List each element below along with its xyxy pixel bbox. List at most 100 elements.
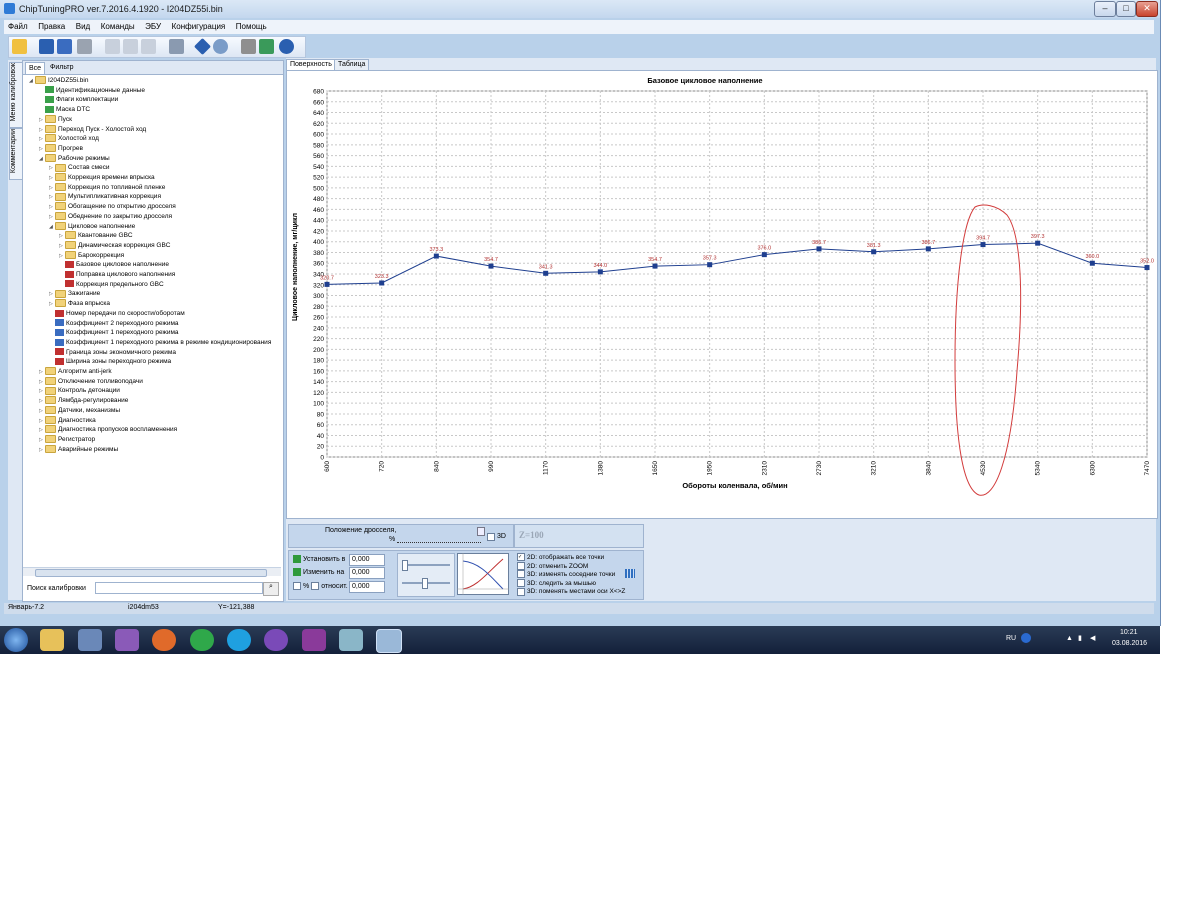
tree-item[interactable]: ▷ Обеднение по закрытию дросселя xyxy=(49,212,172,221)
explorer-icon[interactable] xyxy=(40,629,64,651)
tree-item[interactable]: Коэффициент 1 переходного режима xyxy=(49,328,179,337)
search-icon[interactable] xyxy=(213,39,228,54)
tree-item[interactable]: Маска DTC xyxy=(39,105,90,114)
tree-item[interactable]: ▷ Переход Пуск - Холостой ход xyxy=(39,124,146,134)
option-checkbox[interactable] xyxy=(517,587,525,596)
tab-calibration-menu[interactable]: Меню калибровок xyxy=(9,62,23,128)
tree-item[interactable]: ▷ Мультипликативная коррекция xyxy=(49,192,161,201)
tab-filter[interactable]: Фильтр xyxy=(47,62,83,73)
horizontal-scrollbar[interactable] xyxy=(23,567,281,577)
app-icon-2[interactable] xyxy=(78,629,102,651)
tree-item[interactable]: Флаги комплектации xyxy=(39,95,118,104)
slider-track-1[interactable] xyxy=(402,564,450,566)
option-row[interactable]: 3D: поменять местами оси X<>Z xyxy=(517,587,625,596)
editor-icon[interactable] xyxy=(339,629,363,651)
tree-item[interactable]: ▷ Динамическая коррекция GBC xyxy=(59,241,171,250)
app-icon-3[interactable] xyxy=(115,629,139,651)
diamond-icon[interactable] xyxy=(194,38,211,55)
tab-comments[interactable]: Комментарии xyxy=(9,128,23,180)
relative-checkbox[interactable] xyxy=(311,582,320,590)
tree-item[interactable]: ▷ Отключение топливоподачи xyxy=(39,376,143,386)
option-checkbox[interactable] xyxy=(517,561,525,570)
curve-preview-icon[interactable] xyxy=(457,553,509,595)
clock-time[interactable]: 10:21 xyxy=(1120,629,1138,636)
menu-view[interactable]: Вид xyxy=(72,20,94,31)
save-icon[interactable] xyxy=(39,39,54,54)
language-indicator[interactable]: RU xyxy=(1006,635,1016,642)
tree-item[interactable]: Поправка циклового наполнения xyxy=(59,270,175,279)
help-tray-icon[interactable] xyxy=(1021,633,1031,643)
tree-item[interactable]: ▷ Аварийные режимы xyxy=(39,444,118,454)
tree-item[interactable]: ▷ Холостой ход xyxy=(39,134,99,143)
tree-item[interactable]: Номер передачи по скорости/оборотам xyxy=(49,309,185,318)
throttle-3d-checkbox[interactable] xyxy=(487,533,495,541)
maximize-button[interactable]: □ xyxy=(1116,1,1136,17)
percent-checkbox[interactable] xyxy=(293,582,301,590)
tree-item[interactable]: ▷ Пуск xyxy=(39,115,72,124)
tree-item[interactable]: ▷ Диагностика пропусков воспламенения xyxy=(39,425,177,434)
menu-help[interactable]: Помощь xyxy=(232,20,271,31)
relative-field[interactable]: 0,000 xyxy=(349,581,385,593)
tree-item[interactable]: Базовое цикловое наполнение xyxy=(59,260,169,269)
data-point[interactable] xyxy=(324,281,330,287)
slider-thumb-1[interactable] xyxy=(402,560,408,571)
skype-icon[interactable] xyxy=(227,629,251,651)
data-point[interactable] xyxy=(379,280,385,286)
tree-item[interactable]: ▷ Обогащение по открытию дросселя xyxy=(49,202,176,211)
chip-icon[interactable] xyxy=(169,39,184,54)
data-point[interactable] xyxy=(543,270,549,276)
search-button-icon[interactable]: ⌕ xyxy=(263,582,279,596)
firefox-icon[interactable] xyxy=(152,629,176,651)
tree-item[interactable]: ▷ Прогрев xyxy=(39,144,83,153)
grid-icon[interactable] xyxy=(625,569,635,578)
tree-item[interactable]: ▷ Зажигание xyxy=(49,289,100,298)
data-point[interactable] xyxy=(652,263,658,269)
tree-item[interactable]: ▷ Регистратор xyxy=(39,435,95,444)
open-folder-icon[interactable] xyxy=(12,39,27,54)
option-checkbox[interactable]: ✓ xyxy=(517,553,525,562)
save-as-icon[interactable] xyxy=(57,39,72,54)
menu-configuration[interactable]: Конфигурация xyxy=(168,20,230,31)
throttle-slider[interactable] xyxy=(397,537,481,543)
close-button[interactable]: ✕ xyxy=(1136,1,1158,17)
search-input[interactable] xyxy=(95,582,263,594)
undo-icon[interactable] xyxy=(141,39,156,54)
tree-item[interactable]: ◢ I204DZ55i.bin xyxy=(29,76,88,85)
clock-date[interactable]: 03.08.2016 xyxy=(1112,640,1147,647)
data-point[interactable] xyxy=(1089,260,1095,266)
start-button-icon[interactable] xyxy=(4,628,28,652)
tree-item[interactable]: ▷ Диагностика xyxy=(39,415,96,425)
tree-item[interactable]: Ширина зоны переходного режима xyxy=(49,357,171,366)
change-by-field[interactable]: 0,000 xyxy=(349,567,385,579)
change-by-row[interactable]: Изменить на xyxy=(293,568,344,576)
tree-item[interactable]: ▷ Квантование GBC xyxy=(59,231,133,240)
tree-item[interactable]: ▷ Датчики, механизмы xyxy=(39,406,120,415)
tab-table[interactable]: Таблица xyxy=(334,59,370,70)
menu-ecu[interactable]: ЭБУ xyxy=(141,20,165,31)
set-to-field[interactable]: 0,000 xyxy=(349,554,385,566)
tree-item[interactable]: ▷ Фаза впрыска xyxy=(49,299,110,308)
tab-all[interactable]: Все xyxy=(25,62,46,75)
tree-item[interactable]: ▷ Алгоритм anti-jerk xyxy=(39,367,112,376)
tray-arrow-icon[interactable]: ▲ xyxy=(1066,635,1073,642)
tree-item[interactable]: ▷ Коррекция времени впрыска xyxy=(49,173,155,182)
network-icon[interactable]: ▮ xyxy=(1078,634,1082,642)
tree-item[interactable]: ▷ Лямбда-регулирование xyxy=(39,396,128,405)
tree-item[interactable]: ▷ Контроль детонации xyxy=(39,386,120,395)
scrollbar-thumb[interactable] xyxy=(35,569,267,577)
slider-thumb-2[interactable] xyxy=(422,578,428,589)
tree-item[interactable]: ◢ Цикловое наполнение xyxy=(49,221,135,231)
tree-item[interactable]: Идентификационные данные xyxy=(39,86,145,95)
tree-item[interactable]: ◢ Рабочие режимы xyxy=(39,153,110,163)
viber-icon[interactable] xyxy=(264,629,288,651)
tree-item[interactable]: Граница зоны экономичного режима xyxy=(49,348,176,357)
data-point[interactable] xyxy=(1144,265,1150,271)
throttle-slider-thumb[interactable] xyxy=(477,527,485,536)
tree-item[interactable]: ▷ Состав смеси xyxy=(49,163,110,172)
tree-item[interactable]: ▷ Коррекция по топливной пленке xyxy=(49,182,165,192)
data-point[interactable] xyxy=(1035,240,1041,246)
print-icon[interactable] xyxy=(77,39,92,54)
minimize-button[interactable]: – xyxy=(1094,1,1116,17)
set-to-row[interactable]: Установить в xyxy=(293,555,345,563)
tree-item[interactable]: Коэффициент 1 переходного режима в режим… xyxy=(49,338,271,347)
